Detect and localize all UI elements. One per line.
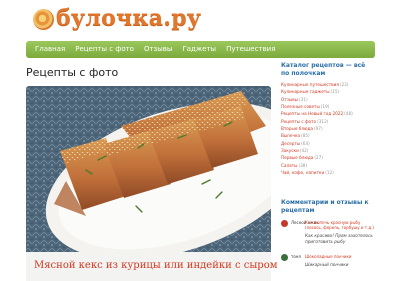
category-count: (48) [344,111,353,117]
category-label: Отзывы [281,96,299,102]
category-item[interactable]: Рецепты с фото(312) [281,118,375,125]
nav-item-travel[interactable]: Путешествия [221,41,280,58]
category-label: Рецепты с фото [281,118,317,124]
category-item[interactable]: Первые блюда(27) [281,154,375,161]
avatar [281,254,288,261]
category-count: (38) [298,162,308,168]
category-count: (19) [320,104,330,110]
recipe-photo[interactable] [26,86,271,256]
page-title: Рецепты с фото [26,66,119,79]
category-count: (42) [299,148,309,154]
category-item[interactable]: Отзывы(31) [281,96,375,103]
catalog-heading: Каталог рецептов — всё по полочкам [281,62,366,77]
comment-author[interactable]: тоня [291,254,301,259]
category-count: (97) [314,126,323,132]
category-item[interactable]: Рецепты на Новый год 2022(48) [281,110,375,117]
category-count: (12) [325,170,334,176]
category-label: Выпечка [281,133,301,139]
category-item[interactable]: Чай, кофе, напитки(12) [281,169,375,176]
category-item[interactable]: Выпечка(85) [281,132,375,139]
category-count: (312) [317,118,329,124]
category-count: (23) [339,82,349,87]
category-label: Рецепты на Новый год 2022 [281,111,344,117]
nav-item-recipes[interactable]: Рецепты с фото [70,41,139,58]
category-item[interactable]: Закуски(42) [281,147,375,154]
nav-item-home[interactable]: Главная [30,41,70,58]
comment-text: Шикарный пончики [305,262,349,267]
main-nav: Главная Рецепты с фото Отзывы Гаджеты Пу… [26,41,375,58]
category-label: Салаты [281,162,298,168]
sidebar: Каталог рецептов — всё по полочкам Кулин… [281,62,375,176]
category-list: Кулинарные путешествия(23) Кулинарные га… [281,81,375,176]
category-item[interactable]: Салаты(38) [281,162,375,169]
meatloaf-image [26,86,271,256]
category-label: Вторые блюда [281,126,313,132]
category-item[interactable]: Полезные советы(19) [281,103,375,110]
category-item[interactable]: Вторые блюда(97) [281,125,375,132]
comment-text: Как красиво! Прям захотелось приготовить… [305,233,373,244]
category-count: (31) [299,96,308,102]
bun-logo-icon[interactable] [33,9,54,30]
category-count: (15) [330,89,340,95]
site-header: булочка.ру [0,0,400,42]
avatar [281,220,288,227]
comment-recipe-link[interactable]: Как выпечь красную рыбу (лосось, форель,… [305,220,375,230]
category-count: (64) [301,140,310,146]
category-label: Кулинарные гаджеты [281,89,330,95]
category-label: Кулинарные путешествия [281,82,339,87]
category-label: Закуски [281,148,299,154]
category-item[interactable]: Кулинарные путешествия(23) [281,81,375,88]
category-count: (85) [301,133,310,139]
category-item[interactable]: Кулинарные гаджеты(15) [281,88,375,95]
comments-heading: Комментарии и отзывы к рецептам [281,199,369,214]
category-label: Чай, кофе, напитки [281,170,325,176]
nav-item-gadgets[interactable]: Гаджеты [177,41,221,58]
category-label: Десерты [281,140,301,146]
comment-recipe-link[interactable]: Шоколадные пончики [305,254,375,259]
category-item[interactable]: Десерты(64) [281,140,375,147]
category-label: Полезные советы [281,104,320,110]
recipe-title-link[interactable]: Мясной кекс из курицы или индейки с сыро… [34,260,278,271]
nav-item-reviews[interactable]: Отзывы [139,41,178,58]
page: булочка.ру Главная Рецепты с фото Отзывы… [0,0,400,281]
site-logo[interactable]: булочка.ру [56,5,201,31]
category-label: Первые блюда [281,155,314,161]
category-count: (27) [314,155,323,161]
